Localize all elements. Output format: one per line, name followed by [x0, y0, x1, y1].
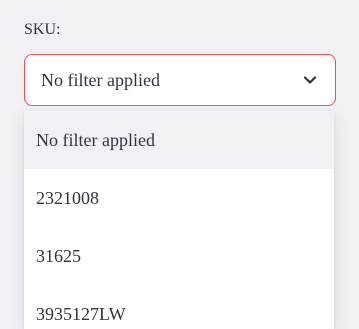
selected-value: No filter applied: [41, 70, 160, 90]
option-no-filter[interactable]: No filter applied: [24, 111, 334, 169]
chevron-down-icon: [302, 72, 318, 88]
option-3935127lw[interactable]: 3935127LW: [24, 285, 334, 329]
option-2321008[interactable]: 2321008: [24, 169, 334, 227]
sku-select[interactable]: No filter applied: [24, 54, 336, 106]
option-31625[interactable]: 31625: [24, 227, 334, 285]
sku-label: SKU:: [24, 21, 61, 38]
sku-options-list: No filter applied 2321008 31625 3935127L…: [24, 111, 334, 329]
